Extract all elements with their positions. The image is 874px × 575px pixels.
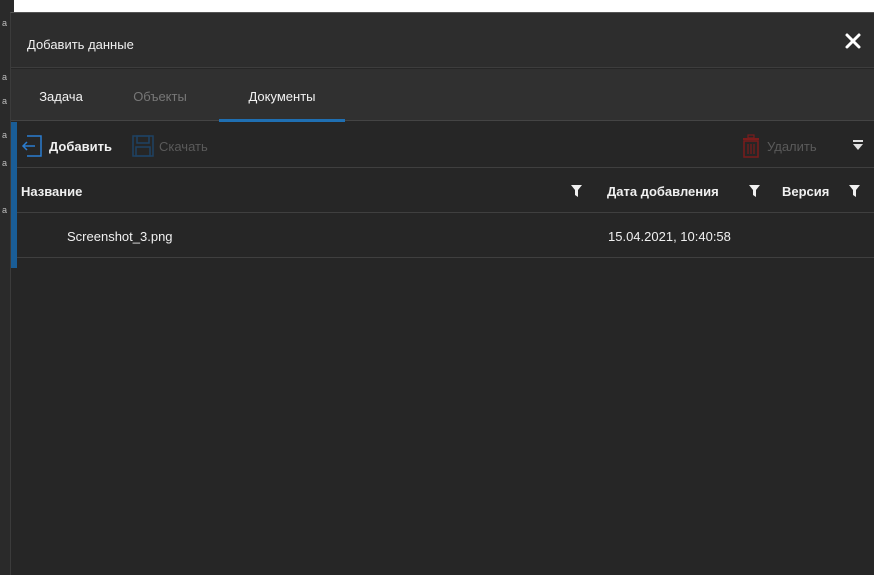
trash-icon	[739, 134, 763, 158]
download-button[interactable]: Скачать	[131, 134, 208, 158]
documents-panel: Добавить Скачать Удалить Название Дата д…	[11, 122, 874, 575]
tab-task-label: Задача	[39, 89, 83, 104]
background-text-fragment: а	[2, 158, 8, 168]
add-data-dialog: Добавить данные Задача Объекты Документы	[10, 12, 874, 575]
filter-icon[interactable]	[749, 185, 760, 197]
document-date-cell: 15.04.2021, 10:40:58	[608, 229, 731, 244]
add-document-icon	[21, 134, 45, 158]
filter-icon[interactable]	[849, 185, 860, 197]
background-text-fragment: а	[2, 72, 8, 82]
documents-toolbar: Добавить Скачать Удалить	[17, 122, 874, 168]
close-icon[interactable]	[844, 32, 862, 50]
tab-bar: Задача Объекты Документы	[11, 69, 874, 122]
save-icon	[131, 134, 155, 158]
tab-objects-label: Объекты	[133, 89, 187, 104]
delete-button-label: Удалить	[767, 138, 817, 154]
download-button-label: Скачать	[159, 138, 208, 154]
background-text-fragment: а	[2, 18, 8, 28]
filter-icon[interactable]	[571, 185, 582, 197]
background-text-fragment: а	[2, 205, 8, 215]
dialog-title: Добавить данные	[27, 37, 134, 52]
document-name-cell: Screenshot_3.png	[67, 229, 173, 244]
tab-documents[interactable]: Документы	[219, 69, 345, 122]
delete-button[interactable]: Удалить	[739, 134, 817, 158]
table-row[interactable]: Screenshot_3.png 15.04.2021, 10:40:58	[17, 214, 874, 258]
tab-documents-label: Документы	[248, 89, 316, 104]
add-button[interactable]: Добавить	[21, 134, 112, 158]
grid-header: Название Дата добавления Версия	[17, 169, 874, 213]
column-header-name[interactable]: Название	[21, 184, 82, 199]
dialog-titlebar: Добавить данные	[11, 13, 874, 68]
add-button-label: Добавить	[49, 138, 112, 154]
menu-chevron-icon[interactable]	[852, 139, 864, 151]
tab-objects[interactable]: Объекты	[119, 69, 201, 121]
background-text-fragment: а	[2, 96, 8, 106]
column-header-date[interactable]: Дата добавления	[607, 184, 719, 199]
tab-task[interactable]: Задача	[25, 69, 97, 121]
column-header-version[interactable]: Версия	[782, 184, 829, 199]
background-text-fragment: а	[2, 130, 8, 140]
